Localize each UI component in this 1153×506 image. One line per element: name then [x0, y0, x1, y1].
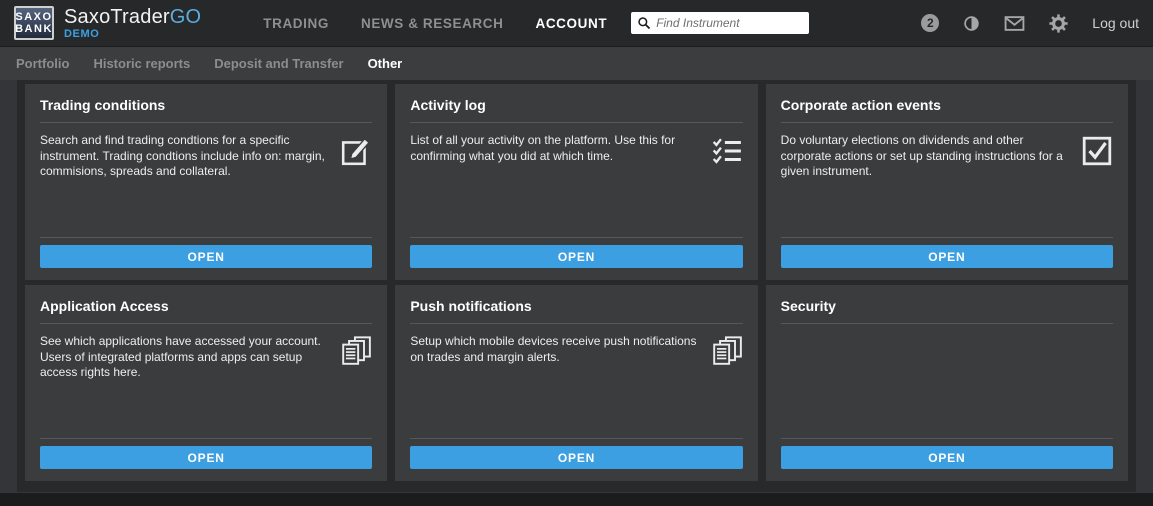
documents-icon: [340, 336, 372, 371]
search-icon: [637, 16, 651, 30]
brand-suffix: GO: [170, 6, 202, 28]
divider: [40, 237, 372, 238]
open-button-corporate-action-events[interactable]: OPEN: [781, 245, 1113, 268]
brand-name: SaxoTrader: [64, 6, 170, 28]
card-push-notifications: Push notifications Setup which mobile de…: [395, 285, 757, 481]
divider: [781, 122, 1113, 123]
subnav-portfolio[interactable]: Portfolio: [16, 56, 69, 71]
divider: [40, 323, 372, 324]
nav-account[interactable]: ACCOUNT: [535, 16, 607, 31]
main-content: Trading conditions Search and find tradi…: [0, 80, 1153, 492]
card-description: Search and find trading condtions for a …: [40, 133, 326, 180]
card-security: Security OPEN: [766, 285, 1128, 481]
open-button-push-notifications[interactable]: OPEN: [410, 446, 742, 469]
checklist-icon: [711, 135, 743, 172]
card-title: Security: [781, 298, 1113, 314]
subnav-deposit-transfer[interactable]: Deposit and Transfer: [214, 56, 343, 71]
divider: [40, 438, 372, 439]
card-description: Setup which mobile devices receive push …: [410, 334, 696, 365]
card-description: List of all your activity on the platfor…: [410, 133, 696, 164]
account-subnav: Portfolio Historic reports Deposit and T…: [0, 46, 1153, 80]
card-description: Do voluntary elections on dividends and …: [781, 133, 1067, 180]
card-title: Push notifications: [410, 298, 742, 314]
card-activity-log: Activity log List of all your activity o…: [395, 84, 757, 280]
divider: [40, 122, 372, 123]
card-application-access: Application Access See which application…: [25, 285, 387, 481]
contrast-theme-icon[interactable]: [963, 15, 980, 32]
saxo-bank-logo[interactable]: SAXO BANK: [14, 6, 54, 40]
divider: [781, 323, 1113, 324]
search-input[interactable]: [656, 16, 803, 30]
nav-trading[interactable]: TRADING: [263, 16, 329, 31]
card-title: Application Access: [40, 298, 372, 314]
notification-badge-icon[interactable]: 2: [921, 14, 939, 32]
open-button-activity-log[interactable]: OPEN: [410, 245, 742, 268]
card-grid-wrap: Trading conditions Search and find tradi…: [17, 80, 1136, 492]
divider: [410, 323, 742, 324]
card-grid: Trading conditions Search and find tradi…: [25, 84, 1128, 481]
card-title: Trading conditions: [40, 97, 372, 113]
open-button-security[interactable]: OPEN: [781, 446, 1113, 469]
logout-button[interactable]: Log out: [1092, 15, 1139, 31]
divider: [410, 237, 742, 238]
logo-line1: SAXO: [15, 11, 52, 23]
instrument-search[interactable]: [631, 12, 809, 34]
card-corporate-action-events: Corporate action events Do voluntary ele…: [766, 84, 1128, 280]
settings-gear-icon[interactable]: [1049, 14, 1068, 33]
card-description: See which applications have accessed you…: [40, 334, 326, 381]
checkbox-checked-icon: [1081, 135, 1113, 172]
subnav-other[interactable]: Other: [368, 56, 403, 71]
nav-news-research[interactable]: NEWS & RESEARCH: [361, 16, 504, 31]
brand-block: SaxoTraderGO DEMO: [64, 7, 201, 40]
messages-envelope-icon[interactable]: [1004, 15, 1025, 32]
divider: [781, 438, 1113, 439]
divider: [410, 438, 742, 439]
divider: [781, 237, 1113, 238]
bottom-bar: [0, 492, 1153, 506]
open-button-application-access[interactable]: OPEN: [40, 446, 372, 469]
top-header: SAXO BANK SaxoTraderGO DEMO TRADING NEWS…: [0, 0, 1153, 46]
divider: [410, 122, 742, 123]
header-icon-group: 2 Log out: [921, 14, 1139, 33]
brand-demo-label: DEMO: [64, 29, 201, 40]
card-trading-conditions: Trading conditions Search and find tradi…: [25, 84, 387, 280]
edit-note-icon: [340, 135, 372, 172]
documents-icon: [711, 336, 743, 371]
logo-line2: BANK: [15, 23, 53, 35]
open-button-trading-conditions[interactable]: OPEN: [40, 245, 372, 268]
subnav-historic-reports[interactable]: Historic reports: [93, 56, 190, 71]
card-title: Corporate action events: [781, 97, 1113, 113]
card-title: Activity log: [410, 97, 742, 113]
main-nav: TRADING NEWS & RESEARCH ACCOUNT: [263, 16, 607, 31]
